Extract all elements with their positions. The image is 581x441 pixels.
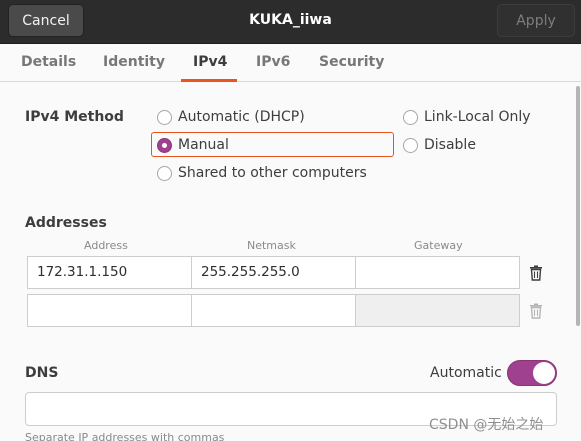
radio-unchecked-icon (403, 109, 418, 125)
dns-automatic-label: Automatic (430, 365, 502, 381)
apply-button[interactable]: Apply (497, 4, 575, 37)
radio-label: Manual (178, 137, 229, 153)
radio-unchecked-icon (403, 137, 418, 153)
ipv4-method-label: IPv4 Method (25, 109, 124, 125)
address-field[interactable]: 172.31.1.150 (27, 256, 192, 289)
address-field[interactable] (27, 294, 192, 327)
addresses-label: Addresses (25, 215, 107, 231)
radio-checked-icon (157, 137, 172, 153)
gateway-field[interactable] (355, 256, 520, 289)
radio-unchecked-icon (157, 109, 172, 125)
tab-identity[interactable]: Identity (103, 54, 165, 70)
radio-label: Link-Local Only (424, 109, 531, 125)
radio-link-local[interactable]: Link-Local Only (403, 109, 531, 125)
radio-shared[interactable]: Shared to other computers (157, 165, 367, 181)
radio-manual[interactable]: Manual (157, 137, 229, 153)
tab-bar: Details Identity IPv4 IPv6 Security (0, 44, 581, 82)
scrollbar[interactable] (576, 86, 580, 326)
column-header-netmask: Netmask (247, 239, 296, 252)
delete-row-button (519, 294, 553, 327)
gateway-field (355, 294, 520, 327)
radio-automatic-dhcp[interactable]: Automatic (DHCP) (157, 109, 305, 125)
dns-automatic-toggle[interactable] (507, 360, 557, 386)
netmask-field[interactable] (191, 294, 356, 327)
tab-ipv4[interactable]: IPv4 (193, 54, 227, 70)
tab-details[interactable]: Details (21, 54, 76, 70)
watermark: CSDN @无始之始 (429, 417, 544, 433)
dns-label: DNS (25, 365, 59, 381)
radio-label: Automatic (DHCP) (178, 109, 305, 125)
tab-security[interactable]: Security (319, 54, 384, 70)
header-bar: Cancel KUKA_iiwa Apply (0, 0, 581, 44)
radio-label: Disable (424, 137, 476, 153)
radio-disable[interactable]: Disable (403, 137, 476, 153)
window-title: KUKA_iiwa (249, 12, 332, 28)
radio-unchecked-icon (157, 165, 172, 181)
dns-hint: Separate IP addresses with commas (25, 431, 225, 441)
delete-row-button[interactable] (519, 256, 553, 289)
trash-icon (530, 265, 542, 281)
radio-label: Shared to other computers (178, 165, 367, 181)
netmask-field[interactable]: 255.255.255.0 (191, 256, 356, 289)
column-header-gateway: Gateway (414, 239, 463, 252)
column-header-address: Address (84, 239, 128, 252)
tab-ipv6[interactable]: IPv6 (256, 54, 290, 70)
active-tab-indicator (181, 79, 237, 82)
toggle-knob (533, 362, 555, 384)
trash-icon (530, 303, 542, 319)
